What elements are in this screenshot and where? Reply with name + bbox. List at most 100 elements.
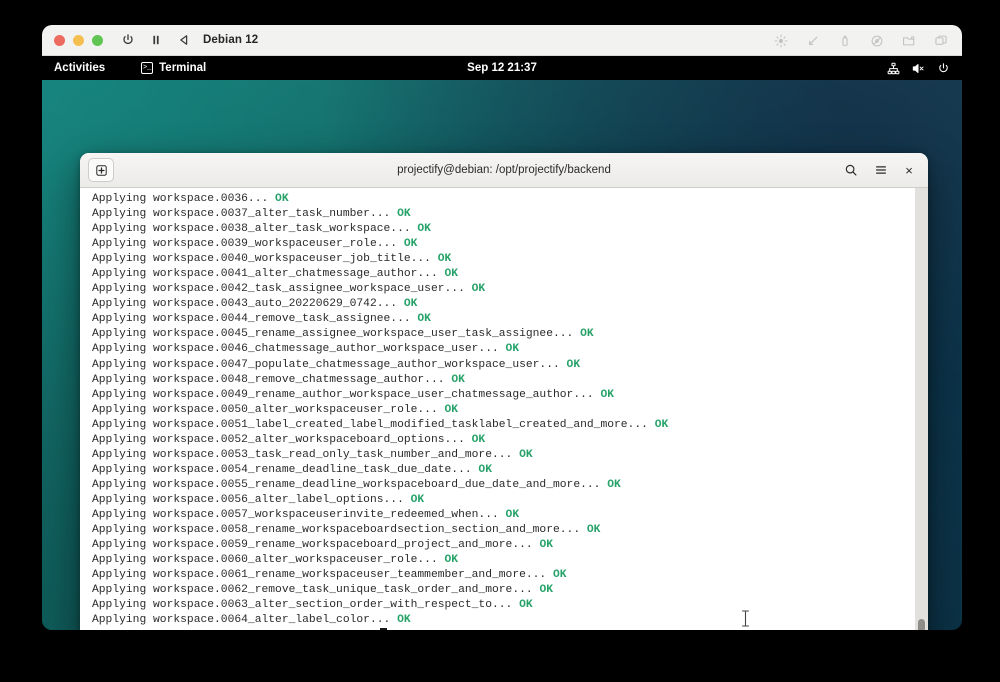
terminal-header[interactable]: projectify@debian: /opt/projectify/backe… [80, 153, 928, 188]
brightness-icon[interactable] [774, 34, 788, 48]
terminal-window: projectify@debian: /opt/projectify/backe… [80, 153, 928, 630]
terminal-line: Applying workspace.0043_auto_20220629_07… [92, 298, 418, 311]
status-ok: OK [505, 508, 520, 521]
shell-prompt-line[interactable]: projectify@debian:/opt/projectify/backen… [92, 628, 915, 630]
window-controls [54, 34, 103, 46]
gnome-top-bar: Activities >_ Terminal Sep 12 21:37 [42, 56, 962, 80]
status-ok: OK [403, 298, 418, 311]
status-ok: OK [397, 208, 411, 221]
status-ok: OK [417, 313, 431, 326]
terminal-line: Applying workspace.0046_chatmessage_auth… [92, 343, 520, 356]
terminal-header-actions: × [838, 158, 920, 182]
close-terminal-button[interactable]: × [898, 158, 920, 182]
power-icon[interactable] [121, 33, 135, 47]
text-cursor [379, 628, 387, 630]
status-ok: OK [403, 238, 418, 251]
terminal-line: Applying workspace.0036... OK [92, 193, 289, 205]
status-ok: OK [553, 569, 567, 582]
terminal-line: Applying workspace.0047_populate_chatmes… [92, 358, 581, 371]
disc-icon[interactable] [870, 34, 884, 48]
terminal-line: Applying workspace.0056_alter_label_opti… [92, 493, 425, 506]
terminal-line: Applying workspace.0052_alter_workspaceb… [92, 433, 486, 446]
taskbar-app-label: Terminal [159, 62, 207, 74]
status-ok: OK [586, 524, 601, 537]
new-tab-button[interactable] [88, 158, 114, 182]
resize-icon[interactable] [806, 34, 820, 48]
plus-icon [95, 164, 107, 176]
vm-toolbar-left [121, 33, 191, 47]
terminal-line: Applying workspace.0063_alter_section_or… [92, 599, 533, 612]
windows-stack-icon[interactable] [934, 34, 948, 48]
terminal-line: Applying workspace.0054_rename_deadline_… [92, 463, 492, 476]
terminal-line: Applying workspace.0048_remove_chatmessa… [92, 373, 465, 386]
power-icon[interactable] [937, 62, 950, 75]
status-ok: OK [275, 193, 289, 205]
terminal-line: Applying workspace.0064_alter_label_colo… [92, 614, 411, 627]
terminal-line: Applying workspace.0060_alter_workspaceu… [92, 554, 459, 567]
taskbar-app-entry-terminal[interactable]: >_ Terminal [141, 62, 206, 74]
pause-icon[interactable] [149, 33, 163, 47]
maximize-window-button[interactable] [92, 34, 103, 46]
terminal-title: projectify@debian: /opt/projectify/backe… [397, 164, 611, 176]
status-ok: OK [519, 599, 533, 612]
terminal-line: Applying workspace.0058_rename_workspace… [92, 524, 601, 537]
hamburger-menu-icon [875, 166, 887, 174]
terminal-line: Applying workspace.0039_workspaceuser_ro… [92, 238, 418, 251]
terminal-line: Applying workspace.0042_task_assignee_wo… [92, 283, 486, 296]
terminal-line: Applying workspace.0038_alter_task_works… [92, 223, 431, 236]
terminal-line: Applying workspace.0062_remove_task_uniq… [92, 584, 553, 597]
search-button[interactable] [838, 158, 864, 182]
status-ok: OK [397, 614, 411, 627]
status-ok: OK [654, 418, 669, 431]
vm-window: Debian 12 Activities >_ Terminal Sep 12 … [42, 25, 962, 630]
status-ok: OK [539, 584, 553, 597]
screen-root: Debian 12 Activities >_ Terminal Sep 12 … [0, 0, 1000, 682]
terminal-line: Applying workspace.0050_alter_workspaceu… [92, 403, 459, 416]
shared-folder-icon[interactable] [902, 34, 916, 48]
network-wired-icon[interactable] [887, 62, 900, 75]
status-ok: OK [444, 403, 459, 416]
terminal-line: Applying workspace.0061_rename_workspace… [92, 569, 567, 582]
terminal-line: Applying workspace.0040_workspaceuser_jo… [92, 253, 452, 266]
close-window-button[interactable] [54, 34, 65, 46]
status-ok: OK [410, 493, 425, 506]
status-ok: OK [444, 268, 459, 281]
minimize-window-button[interactable] [73, 34, 84, 46]
activities-button[interactable]: Activities [54, 62, 105, 74]
status-ok: OK [607, 478, 621, 491]
terminal-line: Applying workspace.0053_task_read_only_t… [92, 448, 533, 461]
terminal-line: Applying workspace.0041_alter_chatmessag… [92, 268, 459, 281]
vm-os-label: Debian 12 [203, 34, 259, 46]
menu-button[interactable] [868, 158, 894, 182]
terminal-scrollbar[interactable] [915, 188, 928, 630]
status-ok: OK [566, 358, 581, 371]
status-ok: OK [444, 554, 459, 567]
terminal-output[interactable]: Applying workspace.0036... OK Applying wo… [80, 188, 915, 630]
volume-muted-icon[interactable] [912, 62, 925, 75]
back-arrow-icon[interactable] [177, 33, 191, 47]
terminal-line: Applying workspace.0049_rename_author_wo… [92, 388, 615, 401]
status-ok: OK [519, 448, 533, 461]
terminal-icon: >_ [141, 62, 154, 74]
desktop: projectify@debian: /opt/projectify/backe… [42, 80, 962, 630]
usb-icon[interactable] [838, 34, 852, 48]
vm-titlebar: Debian 12 [42, 25, 962, 56]
status-ok: OK [600, 388, 615, 401]
status-ok: OK [539, 539, 553, 552]
terminal-line: Applying workspace.0057_workspaceuserinv… [92, 508, 520, 521]
terminal-line: Applying workspace.0044_remove_task_assi… [92, 313, 431, 326]
scrollbar-thumb[interactable] [918, 619, 925, 630]
terminal-line: Applying workspace.0037_alter_task_numbe… [92, 208, 411, 221]
status-ok: OK [471, 283, 486, 296]
terminal-line: Applying workspace.0059_rename_workspace… [92, 539, 553, 552]
status-ok: OK [437, 253, 452, 266]
system-tray[interactable] [887, 56, 950, 80]
terminal-line: Applying workspace.0051_label_created_la… [92, 418, 669, 431]
status-ok: OK [505, 343, 520, 356]
status-ok: OK [580, 328, 594, 341]
status-ok: OK [471, 433, 486, 446]
search-icon [845, 164, 857, 176]
terminal-body[interactable]: Applying workspace.0036... OK Applying wo… [80, 188, 928, 630]
status-ok: OK [451, 373, 465, 386]
vm-toolbar-right [774, 25, 948, 56]
